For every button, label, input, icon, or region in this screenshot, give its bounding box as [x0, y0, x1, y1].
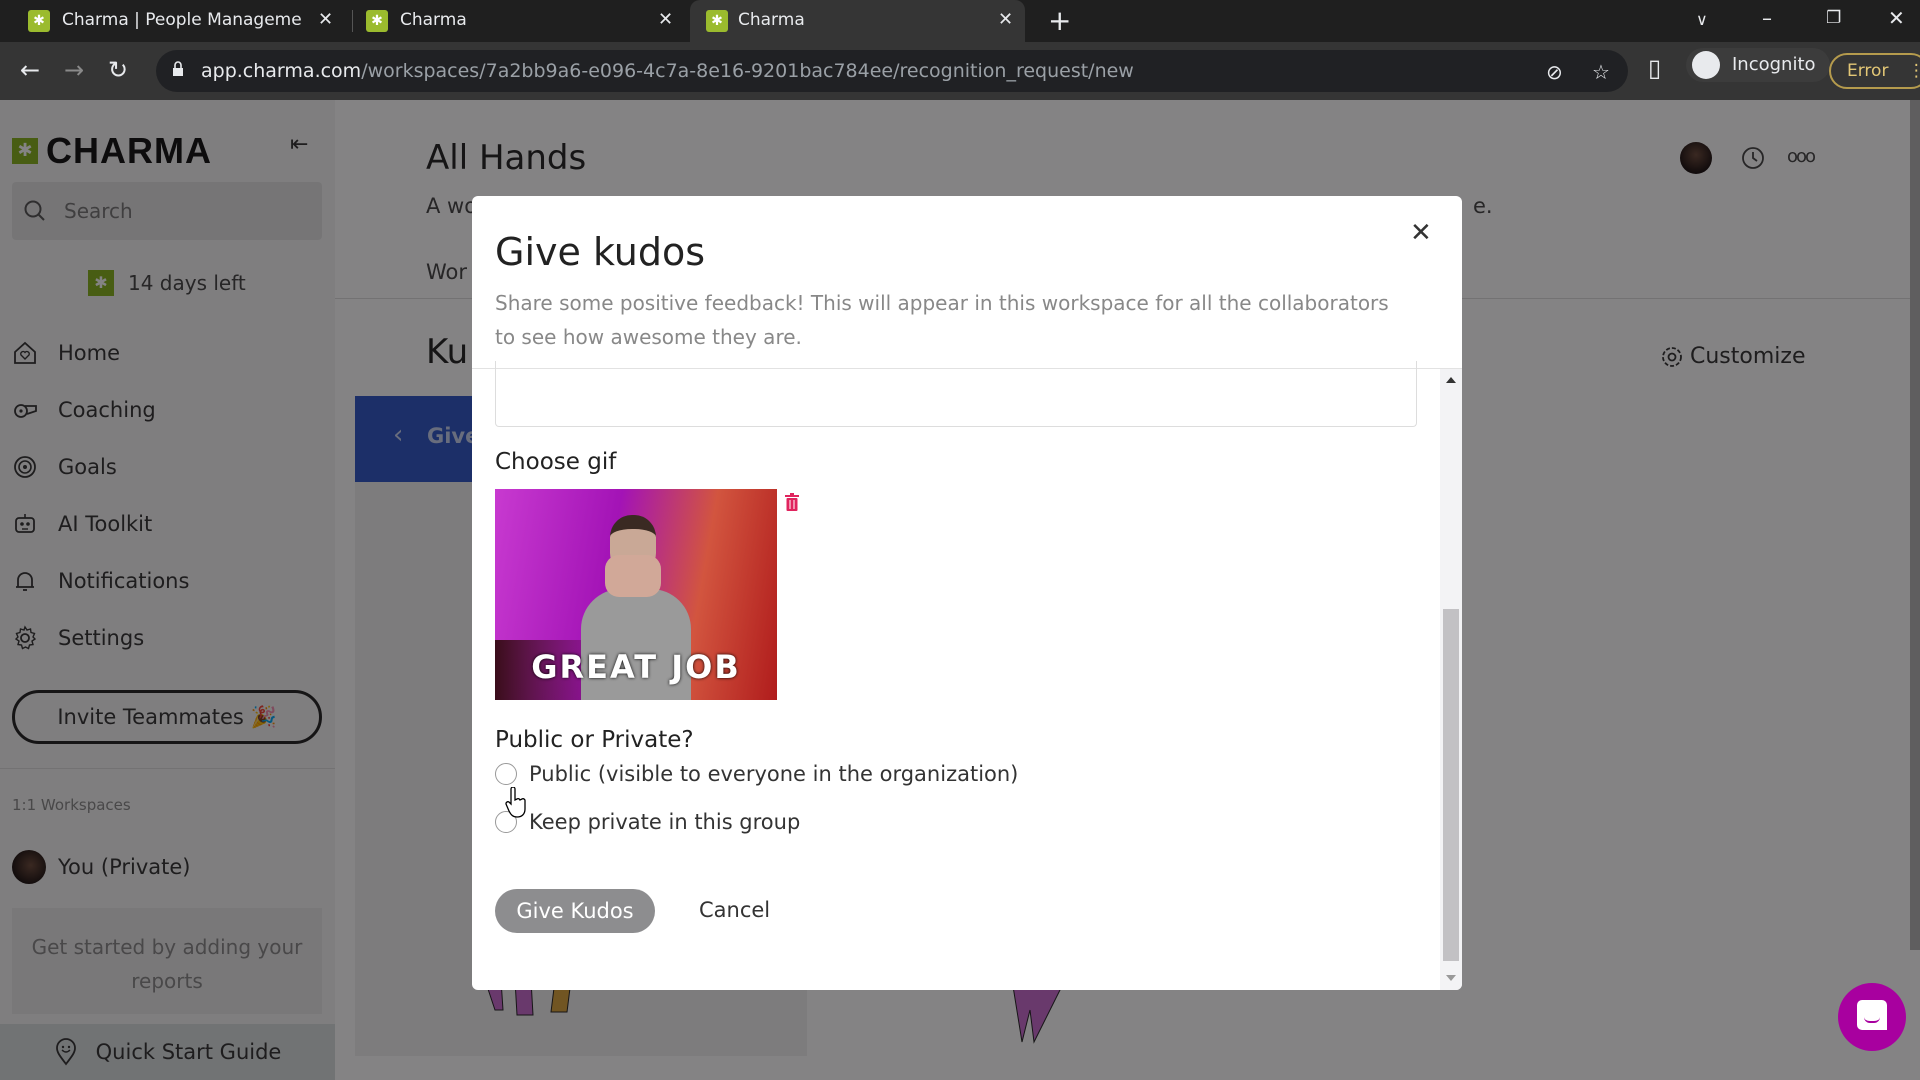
support-chat-button[interactable] [1838, 983, 1906, 1051]
url-field[interactable]: app.charma.com/workspaces/7a2bb9a6-e096-… [156, 50, 1628, 92]
tab-title: Charma [400, 10, 467, 30]
error-label: Error [1847, 61, 1889, 81]
tab-close-icon[interactable]: ✕ [658, 9, 673, 30]
more-vert-icon: ⋮ [1907, 61, 1920, 81]
window-close-icon[interactable]: ✕ [1888, 6, 1905, 30]
charma-app: ✱ CHARMA ⇤ Search ✱ 14 days left Home Co… [0, 100, 1920, 1080]
kudos-message-textarea[interactable] [495, 361, 1417, 427]
side-panel-icon[interactable]: ▯ [1648, 54, 1661, 82]
give-kudos-modal: ✕ Give kudos Share some positive feedbac… [472, 196, 1462, 990]
tab-search-chevron-icon[interactable]: ∨ [1696, 10, 1708, 29]
incognito-icon [1692, 51, 1720, 79]
tab-close-icon[interactable]: ✕ [998, 9, 1013, 30]
gif-caption: GREAT JOB [531, 648, 741, 686]
radio-label: Keep private in this group [529, 810, 801, 834]
new-tab-plus-icon[interactable]: + [1048, 4, 1071, 37]
incognito-badge[interactable]: Incognito [1686, 48, 1830, 82]
browser-tab[interactable]: ✱ Charma | People Management S ✕ [0, 0, 352, 42]
scroll-up-arrow-icon[interactable] [1446, 377, 1456, 383]
reload-icon[interactable]: ↻ [108, 56, 128, 84]
lock-icon [173, 61, 183, 76]
scrollbar-thumb[interactable] [1443, 609, 1459, 961]
radio-private[interactable]: Keep private in this group [495, 810, 800, 834]
modal-body: Choose gif GREAT JOB Public or Private? … [472, 361, 1462, 990]
tab-title: Charma | People Management S [62, 10, 302, 30]
forward-arrow-icon[interactable]: → [64, 56, 84, 84]
page-scrollbar[interactable] [1910, 100, 1920, 950]
tab-close-icon[interactable]: ✕ [318, 9, 333, 30]
browser-tab[interactable]: ✱ Charma ✕ [340, 0, 680, 42]
radio-label: Public (visible to everyone in the organ… [529, 762, 1019, 786]
tab-title: Charma [738, 10, 805, 30]
incognito-label: Incognito [1732, 54, 1816, 75]
browser-tab-bar: ✱ Charma | People Management S ✕ ✱ Charm… [0, 0, 1920, 42]
radio-button[interactable] [495, 763, 517, 785]
hand-pointer-cursor-icon [505, 787, 526, 818]
address-bar: ← → ↻ app.charma.com/workspaces/7a2bb9a6… [0, 42, 1920, 100]
selected-gif[interactable]: GREAT JOB [495, 489, 777, 700]
modal-title: Give kudos [495, 230, 706, 274]
close-icon[interactable]: ✕ [1410, 218, 1432, 248]
trash-delete-icon[interactable] [785, 493, 799, 511]
modal-subtitle: Share some positive feedback! This will … [495, 291, 1389, 349]
browser-tab-active[interactable]: ✱ Charma ✕ [690, 0, 1025, 42]
error-menu-button[interactable]: Error ⋮ [1829, 53, 1920, 89]
restore-icon[interactable]: ❐ [1826, 8, 1841, 28]
back-arrow-icon[interactable]: ← [20, 56, 40, 84]
charma-favicon-icon: ✱ [366, 10, 388, 32]
give-kudos-submit-button[interactable]: Give Kudos [495, 889, 655, 933]
visibility-label: Public or Private? [495, 727, 694, 753]
gif-person-hands [605, 555, 661, 597]
eye-off-icon[interactable]: ⊘ [1546, 60, 1563, 84]
charma-favicon-icon: ✱ [28, 10, 50, 32]
modal-scrollbar[interactable] [1440, 369, 1462, 990]
url-text: app.charma.com/workspaces/7a2bb9a6-e096-… [201, 60, 1134, 82]
scroll-down-arrow-icon[interactable] [1446, 975, 1456, 981]
minimize-icon[interactable]: – [1762, 6, 1772, 30]
radio-public[interactable]: Public (visible to everyone in the organ… [495, 762, 1018, 786]
choose-gif-label: Choose gif [495, 449, 617, 475]
cancel-button[interactable]: Cancel [699, 898, 770, 922]
bookmark-star-icon[interactable]: ☆ [1592, 60, 1610, 84]
chat-bubble-icon [1857, 1000, 1887, 1030]
charma-favicon-icon: ✱ [706, 10, 728, 32]
